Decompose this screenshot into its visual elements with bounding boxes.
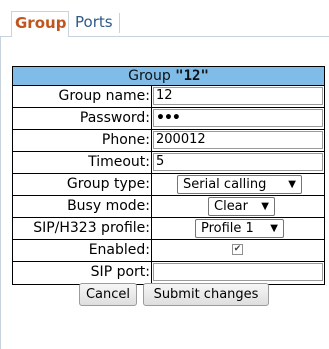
sip-profile-value: Profile 1 <box>201 221 254 236</box>
row-busy-mode: Busy mode: Clear ▼ <box>13 196 324 218</box>
cancel-button[interactable]: Cancel <box>79 283 137 306</box>
row-password: Password: ••• <box>13 108 324 130</box>
row-group-type: Group type: Serial calling ▼ <box>13 174 324 196</box>
group-type-label: Group type: <box>13 174 152 195</box>
tab-bar: Group Ports <box>0 0 329 37</box>
busy-mode-select[interactable]: Clear ▼ <box>208 197 275 216</box>
tab-ports[interactable]: Ports <box>75 11 113 36</box>
row-timeout: Timeout: 5 <box>13 152 324 174</box>
tab-divider <box>119 13 120 33</box>
group-type-value: Serial calling <box>183 177 267 192</box>
chevron-down-icon: ▼ <box>270 223 278 234</box>
password-label: Password: <box>13 108 152 129</box>
enabled-checkbox[interactable]: ✔ <box>232 244 243 255</box>
sip-port-label: SIP port: <box>13 262 152 284</box>
tab-group[interactable]: Group <box>11 11 69 37</box>
form-title: Group "12" <box>13 67 324 86</box>
enabled-label: Enabled: <box>13 240 152 261</box>
group-form: Group "12" Group name: 12 Password: ••• … <box>12 66 325 285</box>
row-sip-port: SIP port: <box>13 262 324 284</box>
sip-port-input[interactable] <box>153 263 323 281</box>
row-sip-profile: SIP/H323 profile: Profile 1 ▼ <box>13 218 324 240</box>
phone-label: Phone: <box>13 130 152 151</box>
busy-mode-value: Clear <box>214 199 248 214</box>
group-name-label: Group name: <box>13 86 152 107</box>
sip-profile-select[interactable]: Profile 1 ▼ <box>195 219 284 238</box>
form-title-prefix: Group <box>128 68 176 84</box>
row-group-name: Group name: 12 <box>13 86 324 108</box>
timeout-label: Timeout: <box>13 152 152 173</box>
row-enabled: Enabled: ✔ <box>13 240 324 262</box>
sip-profile-label: SIP/H323 profile: <box>13 218 152 239</box>
timeout-input[interactable]: 5 <box>153 153 323 171</box>
group-name-input[interactable]: 12 <box>153 87 323 105</box>
checkmark-icon: ✔ <box>233 244 242 254</box>
password-input[interactable]: ••• <box>153 109 323 127</box>
phone-input[interactable]: 200012 <box>153 131 323 149</box>
busy-mode-label: Busy mode: <box>13 196 152 217</box>
chevron-down-icon: ▼ <box>261 201 269 212</box>
form-title-value: "12" <box>175 68 209 84</box>
row-phone: Phone: 200012 <box>13 130 324 152</box>
chevron-down-icon: ▼ <box>288 179 296 190</box>
submit-changes-button[interactable]: Submit changes <box>143 283 269 306</box>
group-type-select[interactable]: Serial calling ▼ <box>177 175 302 194</box>
